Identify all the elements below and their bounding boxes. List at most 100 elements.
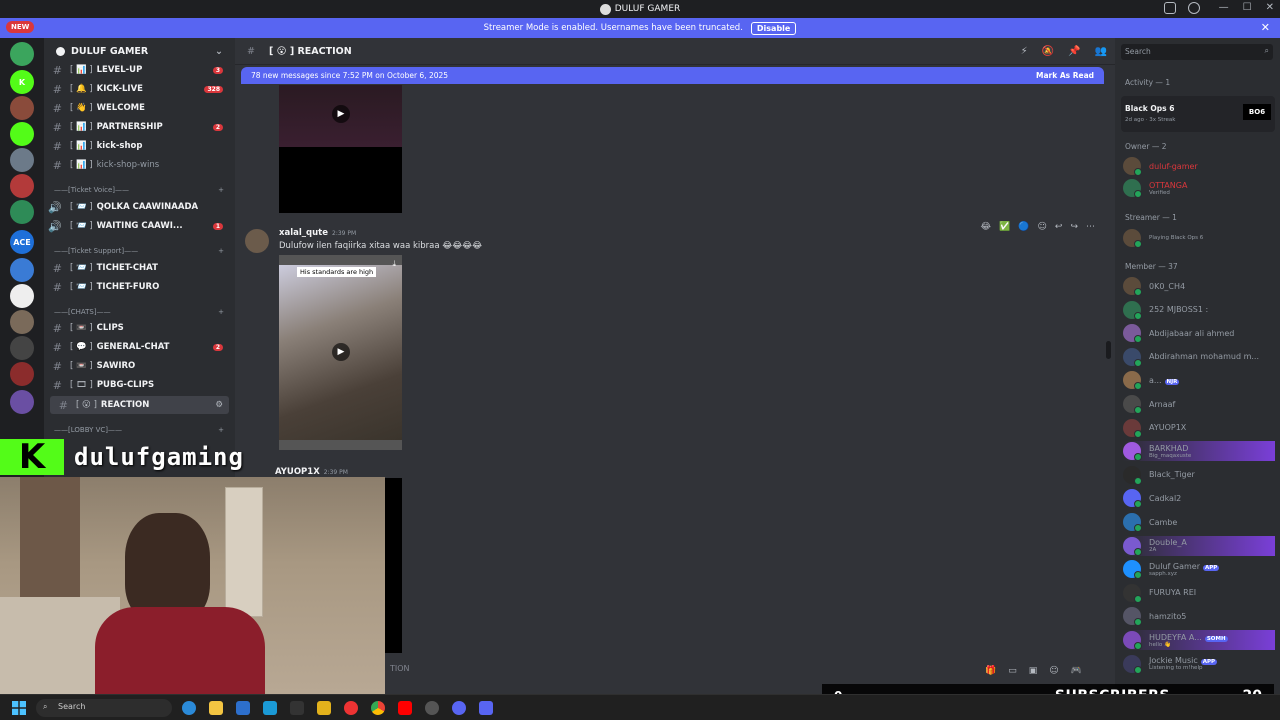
emoji-icon[interactable]: ☺ [1049,666,1058,676]
server-icon[interactable] [10,284,34,308]
gift-icon[interactable]: 🎁 [985,666,996,676]
activity-card[interactable]: Black Ops 6 2d ago · 3x Streak BO6 [1121,96,1275,132]
channel-item[interactable]: # [ 📨 ] TICHET-CHAT [44,259,235,277]
channel-settings-icon[interactable]: ⚙ [215,400,223,410]
app-icon[interactable] [263,701,277,715]
mark-as-read-button[interactable]: Mark As Read [1036,71,1094,80]
disable-streamer-mode-button[interactable]: Disable [750,21,797,35]
member-item[interactable]: a... NJR [1123,370,1275,391]
member-item[interactable]: Jockie Music APP Listening to m!help [1123,654,1275,674]
channel-item[interactable]: # [ 📼 ] CLIPS [44,319,235,337]
author-name[interactable]: xalal_qute [279,228,328,238]
channel-item[interactable]: # [ 😮 ] REACTION ⚙ [50,396,229,414]
server-icon[interactable] [10,42,34,66]
channel-category[interactable]: ——[CHATS]—— + [54,305,224,319]
search-input[interactable]: Search ⌕ [1121,44,1273,60]
add-channel-icon[interactable]: + [218,308,224,316]
sticker-icon[interactable]: ▣ [1029,666,1038,676]
chrome-icon[interactable] [371,701,385,715]
member-item[interactable]: Abdirahman mohamud m... [1123,347,1275,367]
channel-item[interactable]: 🔊 [ 📨 ] WAITING CAAWI... 1 [44,217,235,235]
member-item[interactable]: Abdijabaar ali ahmed [1123,323,1275,344]
add-channel-icon[interactable]: + [218,247,224,255]
channel-item[interactable]: # [ 📨 ] TICHET-FURO [44,278,235,296]
gif-icon[interactable]: ▭ [1008,666,1017,676]
channel-item[interactable]: # [ 🔔 ] KICK-LIVE 328 [44,80,235,98]
channel-category[interactable]: ——[Ticket Voice]—— + [54,183,224,197]
taskbar-search[interactable]: ⌕ Search [36,699,172,717]
member-item[interactable]: HUDEYFA A... SOMH hello 👋 [1123,630,1275,650]
download-icon[interactable]: ⤓ [392,259,396,269]
reaction-laugh-icon[interactable]: 😂 [981,222,992,232]
channel-item[interactable]: # [ 📼 ] SAWIRO [44,357,235,375]
server-icon[interactable] [10,174,34,198]
member-item[interactable]: AYUOP1X [1123,418,1275,438]
server-icon[interactable] [10,258,34,282]
member-item[interactable]: duluf-gamer [1123,156,1275,176]
add-channel-icon[interactable]: + [218,426,224,434]
channel-item[interactable]: 🔊 [ 📨 ] QOLKA CAAWINAADA [44,198,235,216]
channel-category[interactable]: ——[LOBBY VC]—— + [54,423,224,437]
member-item[interactable]: Cadkal2 [1123,488,1275,509]
member-item[interactable]: FURUYA REI [1123,583,1275,603]
message-author[interactable]: xalal_qute 2:39 PM [279,228,356,238]
reaction-icon[interactable]: 🔵 [1018,222,1029,232]
maximize-button[interactable]: ☐ [1243,2,1252,13]
minimize-button[interactable]: — [1219,2,1229,13]
add-channel-icon[interactable]: + [218,186,224,194]
member-item[interactable]: Cambe [1123,512,1275,532]
member-item[interactable]: BARKHAD Big_maqaxuste [1123,441,1275,462]
windows-start-icon[interactable] [12,701,26,715]
member-item[interactable]: hamzito5 [1123,606,1275,627]
discord-icon[interactable] [479,701,493,715]
channel-item[interactable]: # [ 📊 ] kick-shop-wins [44,156,235,174]
member-item[interactable]: Playing Black Ops 6 [1123,228,1275,248]
channel-item[interactable]: # [ 📊 ] PARTNERSHIP 2 [44,118,235,136]
video-attachment[interactable]: ▶ [279,85,402,213]
yandex-icon[interactable] [344,701,358,715]
channel-item[interactable]: # [ 🎞 ] PUBG-CLIPS [44,376,235,394]
server-icon[interactable] [10,148,34,172]
member-item[interactable]: Arnaaf [1123,394,1275,414]
obs-icon[interactable] [425,701,439,715]
store-icon[interactable] [236,701,250,715]
channel-category[interactable]: ——[Ticket Support]—— + [54,244,224,258]
channel-item[interactable]: # [ 👋 ] WELCOME [44,99,235,117]
member-item[interactable]: 252 MJBOSS1 : [1123,300,1275,320]
server-icon[interactable] [10,200,34,224]
inbox-icon[interactable] [1164,2,1176,14]
close-banner-icon[interactable]: ✕ [1261,21,1270,34]
channel-item[interactable]: # [ 📊 ] kick-shop [44,137,235,155]
edge-icon[interactable] [182,701,196,715]
pin-icon[interactable]: 📌 [1068,46,1080,57]
reaction-check-icon[interactable]: ✅ [999,222,1010,232]
member-item[interactable]: Black_Tiger [1123,465,1275,485]
close-window-button[interactable]: ✕ [1266,2,1274,13]
play-icon[interactable]: ▶ [332,343,350,361]
epic-games-icon[interactable] [290,701,304,715]
help-icon[interactable] [1188,2,1200,14]
youtube-icon[interactable] [398,701,412,715]
member-list-icon[interactable]: 👥 [1095,46,1107,57]
scrollbar-thumb[interactable] [1106,341,1111,359]
channel-item[interactable]: # [ 💬 ] GENERAL-CHAT 2 [44,338,235,356]
notification-bell-icon[interactable]: 🔕 [1042,46,1054,57]
server-icon[interactable] [10,122,34,146]
threads-icon[interactable]: ⚡ [1021,46,1028,57]
video-attachment[interactable]: His standards are high ▶ ⤓ [279,255,402,450]
server-icon[interactable]: K [10,70,34,94]
app-icon[interactable] [317,701,331,715]
channel-item[interactable]: # [ 📊 ] LEVEL-UP 3 [44,61,235,79]
server-icon[interactable] [10,362,34,386]
server-icon[interactable] [10,96,34,120]
avatar[interactable] [245,229,269,253]
member-item[interactable]: Double_A 2A [1123,535,1275,556]
member-item[interactable]: Duluf Gamer APP sapph.xyz [1123,559,1275,580]
member-item[interactable]: OTTANGA Verified [1123,178,1275,198]
server-icon[interactable] [10,390,34,414]
member-item[interactable]: 0K0_CH4 [1123,276,1275,296]
play-icon[interactable]: ▶ [332,105,350,123]
app-icon[interactable] [452,701,466,715]
apps-icon[interactable]: 🎮 [1071,666,1082,676]
new-messages-bar[interactable]: 78 new messages since 7:52 PM on October… [241,67,1104,84]
